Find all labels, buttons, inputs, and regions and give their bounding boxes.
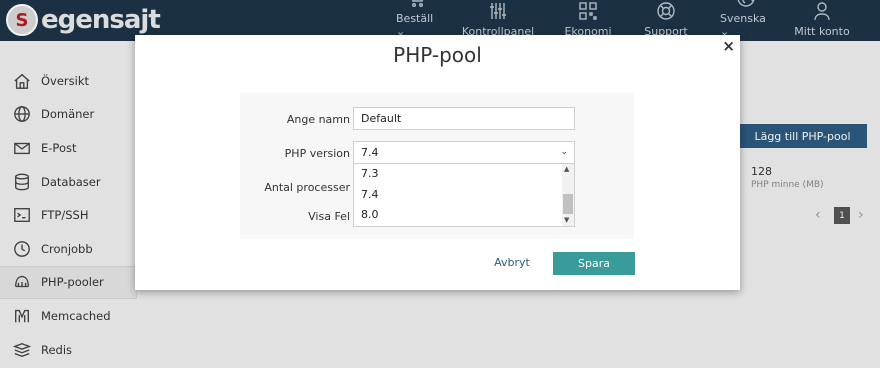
scrollbar-thumb[interactable] [563,194,573,214]
show-errors-label: Visa Fel [308,210,350,223]
process-count-label: Antal processer [264,181,350,194]
save-button[interactable]: Spara [553,252,635,275]
name-input[interactable]: Default [353,107,575,130]
version-option[interactable]: 7.3 [354,164,574,185]
version-option[interactable]: 7.4 [354,185,574,206]
scroll-up-icon[interactable]: ▲ [564,165,569,173]
cancel-button[interactable]: Avbryt [493,254,531,272]
php-version-dropdown: 7.3 7.4 8.0 ▲ ▼ [353,163,575,227]
version-option[interactable]: 8.0 [354,205,574,226]
php-version-label: PHP version [284,147,350,160]
scroll-down-icon[interactable]: ▼ [564,216,569,224]
dropdown-scrollbar[interactable]: ▲ ▼ [562,164,574,226]
chevron-down-icon: ⌄ [560,147,568,157]
modal-title: PHP-pool [393,43,482,67]
form-panel: Ange namn Default PHP version 7.4 ⌄ Anta… [240,93,634,239]
name-label: Ange namn [286,113,350,126]
php-version-select[interactable]: 7.4 ⌄ [353,141,575,164]
php-version-value: 7.4 [361,146,379,159]
php-pool-modal: × PHP-pool Ange namn Default PHP version… [135,35,740,290]
